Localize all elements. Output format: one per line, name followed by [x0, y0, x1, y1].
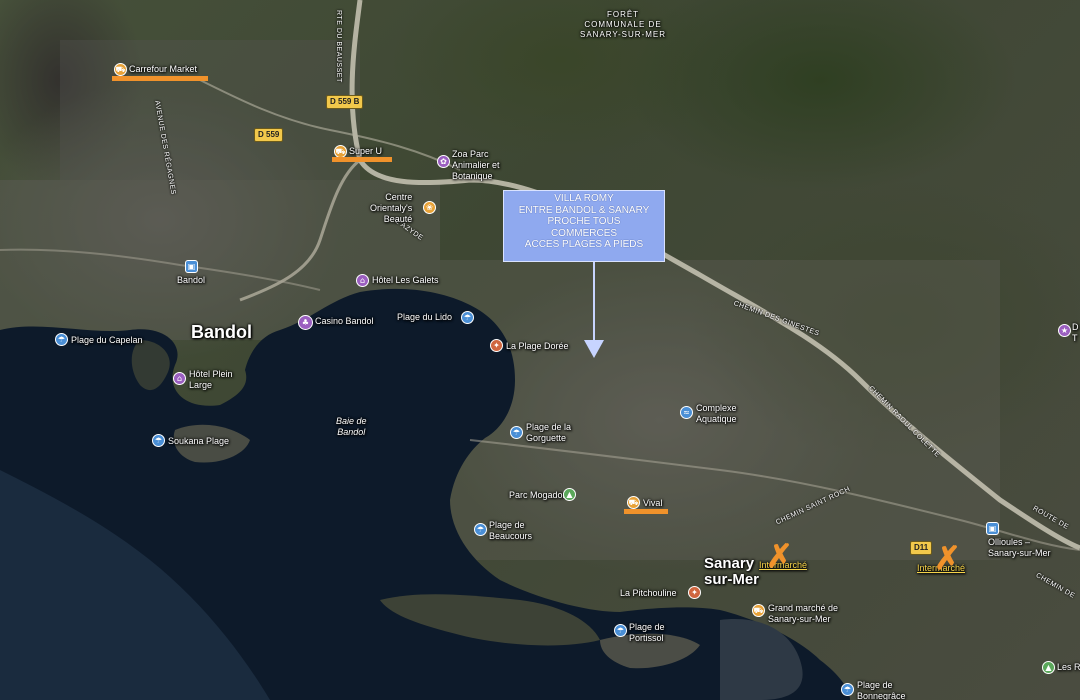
place-zoa-parc[interactable]: Zoa Parc Animalier et Botanique [452, 149, 500, 182]
beach-icon[interactable]: ☂ [474, 523, 487, 536]
road-badge-d559: D 559 [254, 128, 284, 142]
highlight-carrefour [112, 76, 208, 81]
road-name-beausset: RTE DU BEAUSSET [335, 10, 342, 83]
market-icon[interactable]: ⛟ [752, 604, 765, 617]
place-grand-marche[interactable]: Grand marché de Sanary-sur-Mer [768, 603, 838, 625]
bed-icon[interactable]: ⌂ [356, 274, 369, 287]
callout-line: VILLA ROMY [554, 193, 614, 204]
highlight-super-u [332, 157, 392, 162]
place-plage-du-capelan[interactable]: Plage du Capelan [71, 335, 143, 346]
restaurant-icon[interactable]: ✦ [688, 586, 701, 599]
road-badge-d11: D11 [910, 541, 933, 555]
cross-mark-icon: ✗ [766, 538, 793, 574]
callout-line: ACCES PLAGES A PIEDS [524, 239, 644, 251]
villa-romy-callout: VILLA ROMY ENTRE BANDOL & SANARY PROCHE … [503, 190, 665, 262]
restaurant-icon[interactable]: ✦ [490, 339, 503, 352]
place-super-u[interactable]: Super U [349, 146, 382, 157]
place-soukana-plage[interactable]: Soukana Plage [168, 436, 229, 447]
park-icon[interactable]: ▲ [563, 488, 576, 501]
place-casino-bandol[interactable]: Casino Bandol [315, 316, 374, 327]
beach-icon[interactable]: ☂ [461, 311, 474, 324]
place-ollioules-station[interactable]: Ollioules – Sanary-sur-Mer [988, 537, 1051, 559]
place-la-plage-doree[interactable]: La Plage Dorée [506, 341, 569, 352]
beach-icon[interactable]: ☂ [510, 426, 523, 439]
place-bandol-station[interactable]: Bandol [177, 275, 205, 286]
place-complexe-aquatique[interactable]: Complexe Aquatique [696, 403, 737, 425]
place-parc-mogador[interactable]: Parc Mogador [509, 490, 566, 501]
cross-mark-icon: ✗ [934, 540, 961, 576]
beach-icon[interactable]: ☂ [841, 683, 854, 696]
place-edge-d[interactable]: DT [1072, 322, 1079, 344]
road-badge-d559b: D 559 B [326, 95, 364, 109]
shopping-cart-icon[interactable]: ⛟ [114, 63, 127, 76]
park-icon[interactable]: ▲ [1042, 661, 1055, 674]
forest-label: FORÊT COMMUNALE DE SANARY-SUR-MER [580, 10, 667, 39]
place-plage-portissol[interactable]: Plage de Portissol [629, 622, 665, 644]
bed-icon[interactable]: ⌂ [173, 372, 186, 385]
train-icon[interactable]: ▣ [185, 260, 198, 273]
swimming-icon[interactable]: ≈ [680, 406, 693, 419]
place-carrefour[interactable]: Carrefour Market [129, 64, 197, 75]
casino-icon[interactable]: ♣ [298, 315, 313, 330]
satellite-map[interactable]: FORÊT COMMUNALE DE SANARY-SUR-MER RTE DU B… [0, 0, 1080, 700]
place-les-r[interactable]: Les R [1057, 662, 1080, 673]
place-plage-bonnegrace[interactable]: Plage de Bonnegrâce [857, 680, 906, 700]
attraction-icon[interactable]: ★ [1058, 324, 1071, 337]
spa-icon[interactable]: ❀ [423, 201, 436, 214]
beach-icon[interactable]: ☂ [55, 333, 68, 346]
town-bandol: Bandol [191, 322, 252, 342]
shopping-cart-icon[interactable]: ⛟ [627, 496, 640, 509]
place-centre-orientalys[interactable]: Centre Orientaly's Beauté [370, 192, 412, 225]
place-la-pitchouline[interactable]: La Pitchouline [620, 588, 677, 599]
place-vival[interactable]: Vival [643, 498, 662, 509]
callout-line: PROCHE TOUS [547, 216, 621, 228]
beach-icon[interactable]: ☂ [152, 434, 165, 447]
place-plage-beaucours[interactable]: Plage de Beaucours [489, 520, 532, 542]
beach-icon[interactable]: ☂ [614, 624, 627, 637]
place-plage-du-lido[interactable]: Plage du Lido [397, 312, 452, 323]
place-plage-gorguette[interactable]: Plage de la Gorguette [526, 422, 571, 444]
callout-line: ENTRE BANDOL & SANARY [518, 204, 650, 216]
train-icon[interactable]: ▣ [986, 522, 999, 535]
bay-label: Baie de Bandol [336, 416, 367, 437]
zoo-icon[interactable]: ✿ [437, 155, 450, 168]
place-hotel-plein-large[interactable]: Hôtel Plein Large [189, 369, 233, 391]
place-hotel-les-galets[interactable]: Hôtel Les Galets [372, 275, 439, 286]
town-sanary-sur-mer: Sanary sur-Mer [704, 555, 760, 588]
highlight-vival [624, 509, 668, 514]
callout-line: COMMERCES [550, 227, 618, 239]
